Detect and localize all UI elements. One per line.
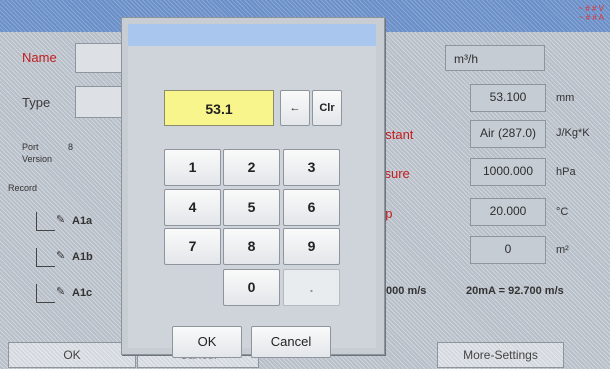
flow-unit-button[interactable]: m³/h <box>445 45 545 71</box>
pressure-value[interactable]: 1000.000 <box>470 158 546 186</box>
area-value[interactable]: 0 <box>470 236 546 264</box>
temperature-unit: °C <box>556 206 569 218</box>
type-label: Type <box>22 95 51 110</box>
numeric-keypad-dialog: 53.1 ← Clr 1 2 3 4 5 6 7 8 9 0 . OK Canc… <box>121 17 385 358</box>
bottom-ok-button[interactable]: OK <box>8 342 136 368</box>
keypad-display: 53.1 <box>164 90 274 126</box>
record-checkbox[interactable] <box>36 284 55 303</box>
key-3[interactable]: 3 <box>283 149 340 186</box>
gas-constant-value[interactable]: Air (287.0) <box>470 120 546 148</box>
record-label: Record <box>8 183 38 193</box>
gas-constant-unit: J/Kg*K <box>556 127 590 139</box>
key-7[interactable]: 7 <box>164 228 221 265</box>
version-label: Version <box>22 154 53 164</box>
name-label: Name <box>22 50 57 65</box>
key-4[interactable]: 4 <box>164 189 221 226</box>
more-settings-button[interactable]: More-Settings <box>437 342 564 368</box>
dialog-title-bar <box>128 24 376 46</box>
sensor-label-a1b: A1b <box>72 251 93 263</box>
type-field[interactable] <box>75 86 125 118</box>
scale-high-text: 20mA = 92.700 m/s <box>466 285 564 297</box>
diameter-unit: mm <box>556 92 575 104</box>
clear-button[interactable]: Clr <box>312 90 342 126</box>
backspace-button[interactable]: ← <box>280 90 310 126</box>
scale-low-text: .000 m/s <box>383 285 427 297</box>
keypad-ok-button[interactable]: OK <box>172 326 242 358</box>
power-status: ~ # # V ~ # # A <box>578 4 604 22</box>
current-status: ~ # # A <box>578 13 604 22</box>
pen-icon: ✎ <box>56 214 66 226</box>
key-5[interactable]: 5 <box>223 189 280 226</box>
key-6[interactable]: 6 <box>283 189 340 226</box>
port-label: Port <box>22 142 39 152</box>
pressure-unit: hPa <box>556 166 576 178</box>
key-8[interactable]: 8 <box>223 228 280 265</box>
dialog-body: 53.1 ← Clr 1 2 3 4 5 6 7 8 9 0 . OK Canc… <box>128 46 376 358</box>
area-unit: m² <box>556 244 569 256</box>
keypad-cancel-button[interactable]: Cancel <box>251 326 331 358</box>
diameter-value[interactable]: 53.100 <box>470 84 546 112</box>
record-checkbox[interactable] <box>36 212 55 231</box>
key-9[interactable]: 9 <box>283 228 340 265</box>
temperature-value[interactable]: 20.000 <box>470 198 546 226</box>
pen-icon: ✎ <box>56 250 66 262</box>
name-field[interactable] <box>75 43 125 73</box>
record-checkbox[interactable] <box>36 248 55 267</box>
sensor-label-a1c: A1c <box>72 287 93 299</box>
port-value: 8 <box>68 142 74 152</box>
key-0[interactable]: 0 <box>223 269 280 306</box>
voltage-status: ~ # # V <box>578 4 604 13</box>
key-2[interactable]: 2 <box>223 149 280 186</box>
key-1[interactable]: 1 <box>164 149 221 186</box>
pen-icon: ✎ <box>56 286 66 298</box>
key-decimal-point[interactable]: . <box>283 269 340 306</box>
sensor-label-a1a: A1a <box>72 215 93 227</box>
